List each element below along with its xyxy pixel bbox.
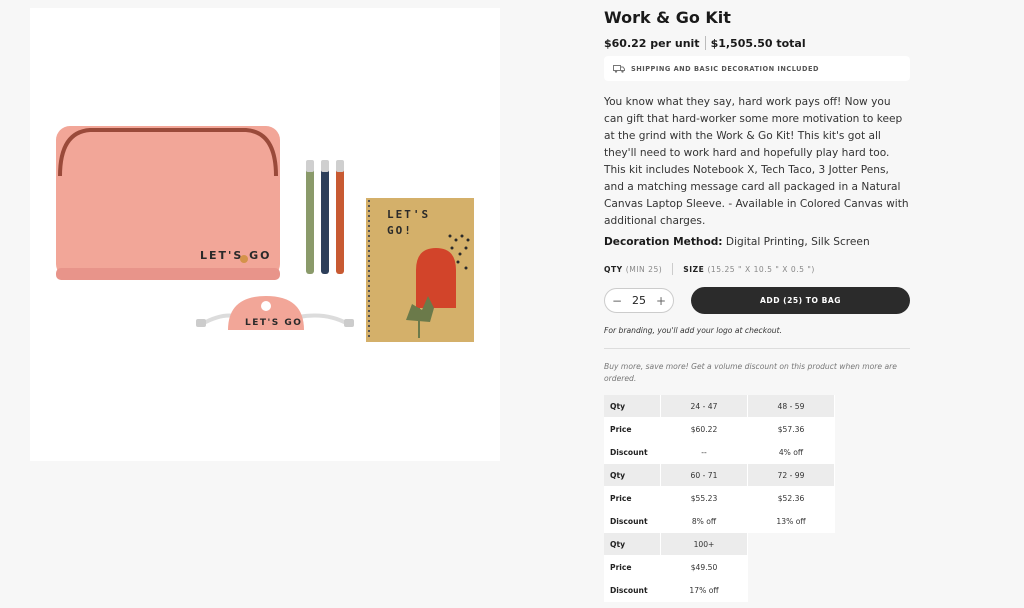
product-image[interactable]: LET'S GO LET'S GO! LET'S GO	[30, 8, 500, 461]
qty-min: (MIN 25)	[625, 264, 663, 274]
product-description: You know what they say, hard work pays o…	[604, 96, 909, 227]
table-row: Discount 17% off	[604, 579, 835, 602]
table-row: Qty 24 - 47 48 - 59	[604, 395, 835, 418]
table-row: Discount -- 4% off	[604, 441, 835, 464]
table-cell: $52.36	[748, 487, 835, 510]
table-row: Qty 60 - 71 72 - 99	[604, 464, 835, 487]
table-cell: 8% off	[661, 510, 748, 533]
table-row: Price $55.23 $52.36	[604, 487, 835, 510]
table-cell: 72 - 99	[748, 464, 835, 487]
truck-icon	[613, 65, 625, 73]
table-cell: 17% off	[661, 579, 748, 602]
table-cell: --	[661, 441, 748, 464]
notebook: LET'S GO!	[366, 198, 474, 342]
section-divider	[604, 348, 910, 349]
qty-size-divider	[672, 263, 674, 275]
decoration-value: Digital Printing, Silk Screen	[725, 236, 870, 248]
row-label-price: Price	[604, 418, 661, 441]
row-label-qty: Qty	[604, 533, 661, 556]
price-total: $1,505.50 total	[710, 36, 806, 50]
row-label-qty: Qty	[604, 395, 661, 418]
jotter-pens	[306, 160, 344, 274]
row-label-discount: Discount	[604, 441, 661, 464]
row-label-price: Price	[604, 556, 661, 579]
table-cell: $49.50	[661, 556, 748, 579]
increment-button[interactable]: +	[656, 294, 666, 308]
price-per-unit: $60.22 per unit	[604, 36, 700, 50]
notebook-text-line2: GO!	[387, 224, 413, 237]
add-to-bag-button[interactable]: ADD (25) TO BAG	[691, 287, 910, 314]
shipping-banner: SHIPPING AND BASIC DECORATION INCLUDED	[604, 56, 910, 81]
taco-text: LET'S GO	[245, 318, 302, 328]
table-row: Price $49.50	[604, 556, 835, 579]
product-title: Work & Go Kit	[604, 8, 731, 27]
table-cell: 100+	[661, 533, 748, 556]
row-label-discount: Discount	[604, 510, 661, 533]
volume-discount-note: Buy more, save more! Get a volume discou…	[604, 362, 897, 383]
branding-note: For branding, you'll add your logo at ch…	[604, 326, 782, 335]
table-cell: $60.22	[661, 418, 748, 441]
qty-label: QTY	[604, 264, 623, 274]
product-page: LET'S GO LET'S GO! LET'S GO Work & Go Ki…	[0, 0, 1024, 608]
quantity-value[interactable]: 25	[632, 294, 646, 307]
shipping-note: SHIPPING AND BASIC DECORATION INCLUDED	[631, 64, 819, 73]
decoration-label: Decoration Method:	[604, 236, 723, 248]
pricing-table: Qty 24 - 47 48 - 59 Price $60.22 $57.36 …	[604, 395, 835, 602]
quantity-stepper[interactable]: − 25 +	[604, 288, 674, 313]
row-label-qty: Qty	[604, 464, 661, 487]
table-row: Qty 100+	[604, 533, 835, 556]
table-cell: 13% off	[748, 510, 835, 533]
tech-taco: LET'S GO	[196, 296, 354, 330]
size-label: SIZE	[683, 264, 705, 274]
notebook-text-line1: LET'S	[387, 208, 430, 221]
size-value: (15.25 " X 10.5 " X 0.5 ")	[707, 264, 815, 274]
table-row: Price $60.22 $57.36	[604, 418, 835, 441]
table-cell: $57.36	[748, 418, 835, 441]
table-cell: 24 - 47	[661, 395, 748, 418]
table-cell: 48 - 59	[748, 395, 835, 418]
product-illustration: LET'S GO LET'S GO! LET'S GO	[56, 126, 474, 342]
table-cell: $55.23	[661, 487, 748, 510]
sleeve-text: LET'S GO	[200, 249, 272, 262]
decrement-button[interactable]: −	[612, 294, 622, 308]
price-line: $60.22 per unit $1,505.50 total	[604, 36, 806, 50]
row-label-discount: Discount	[604, 579, 661, 602]
decoration-method: Decoration Method: Digital Printing, Sil…	[604, 236, 870, 248]
qty-size-row: QTY (MIN 25) SIZE (15.25 " X 10.5 " X 0.…	[604, 263, 815, 275]
price-divider	[704, 36, 706, 50]
table-cell: 4% off	[748, 441, 835, 464]
table-row: Discount 8% off 13% off	[604, 510, 835, 533]
row-label-price: Price	[604, 487, 661, 510]
table-cell: 60 - 71	[661, 464, 748, 487]
